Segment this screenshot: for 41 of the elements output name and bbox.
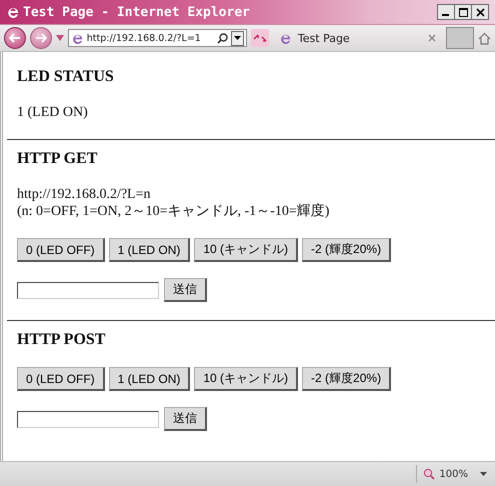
led-command-button[interactable]: 1 (LED ON) — [108, 238, 190, 262]
close-tab-icon[interactable] — [428, 34, 436, 42]
led-command-button[interactable]: -2 (輝度20%) — [302, 238, 392, 262]
minimize-button[interactable] — [438, 5, 454, 19]
led-status-value: 1 (LED ON) — [17, 104, 89, 121]
section-heading: HTTP POST — [17, 331, 106, 349]
browser-tab[interactable]: Test Page — [272, 28, 442, 48]
caret-icon — [480, 472, 487, 476]
forward-button[interactable] — [30, 27, 52, 49]
back-button[interactable] — [4, 27, 26, 49]
address-bar[interactable]: http://192.168.0.2/?L=1 — [68, 29, 247, 47]
compatibility-icon[interactable] — [250, 29, 269, 47]
value-input[interactable] — [17, 282, 159, 298]
maximize-icon — [458, 8, 468, 16]
submit-button[interactable]: 送信 — [164, 278, 207, 302]
section-heading: HTTP GET — [17, 150, 98, 168]
search-icon[interactable] — [216, 32, 228, 44]
led-command-button[interactable]: 10 (キャンドル) — [194, 367, 298, 391]
led-command-button[interactable]: 10 (キャンドル) — [194, 238, 298, 262]
zoom-control[interactable]: 100% — [416, 465, 487, 483]
led-command-button[interactable]: -2 (輝度20%) — [302, 367, 392, 391]
submit-button[interactable]: 送信 — [164, 407, 207, 431]
window-title: Test Page - Internet Explorer — [23, 4, 251, 20]
zoom-icon — [423, 468, 436, 480]
led-command-button[interactable]: 0 (LED OFF) — [17, 238, 105, 262]
led-command-button[interactable]: 0 (LED OFF) — [17, 367, 105, 391]
caret-icon — [234, 36, 241, 40]
description-text: http://192.168.0.2/?L=n — [17, 186, 152, 203]
history-dropdown-icon[interactable] — [56, 35, 64, 41]
address-dropdown-button[interactable] — [230, 30, 244, 46]
description-text: (n: 0=OFF, 1=ON, 2～10=キャンドル, -1～-10=輝度) — [17, 203, 330, 220]
forward-arrow-icon — [34, 33, 47, 43]
browser-logo-icon — [6, 5, 20, 19]
led-command-button[interactable]: 1 (LED ON) — [108, 367, 190, 391]
value-input[interactable] — [17, 410, 159, 428]
close-button[interactable] — [471, 5, 488, 19]
back-arrow-icon — [8, 33, 21, 43]
close-icon — [476, 8, 484, 16]
home-icon[interactable] — [478, 32, 491, 44]
maximize-button[interactable] — [454, 5, 471, 19]
section-heading: LED STATUS — [17, 68, 115, 86]
